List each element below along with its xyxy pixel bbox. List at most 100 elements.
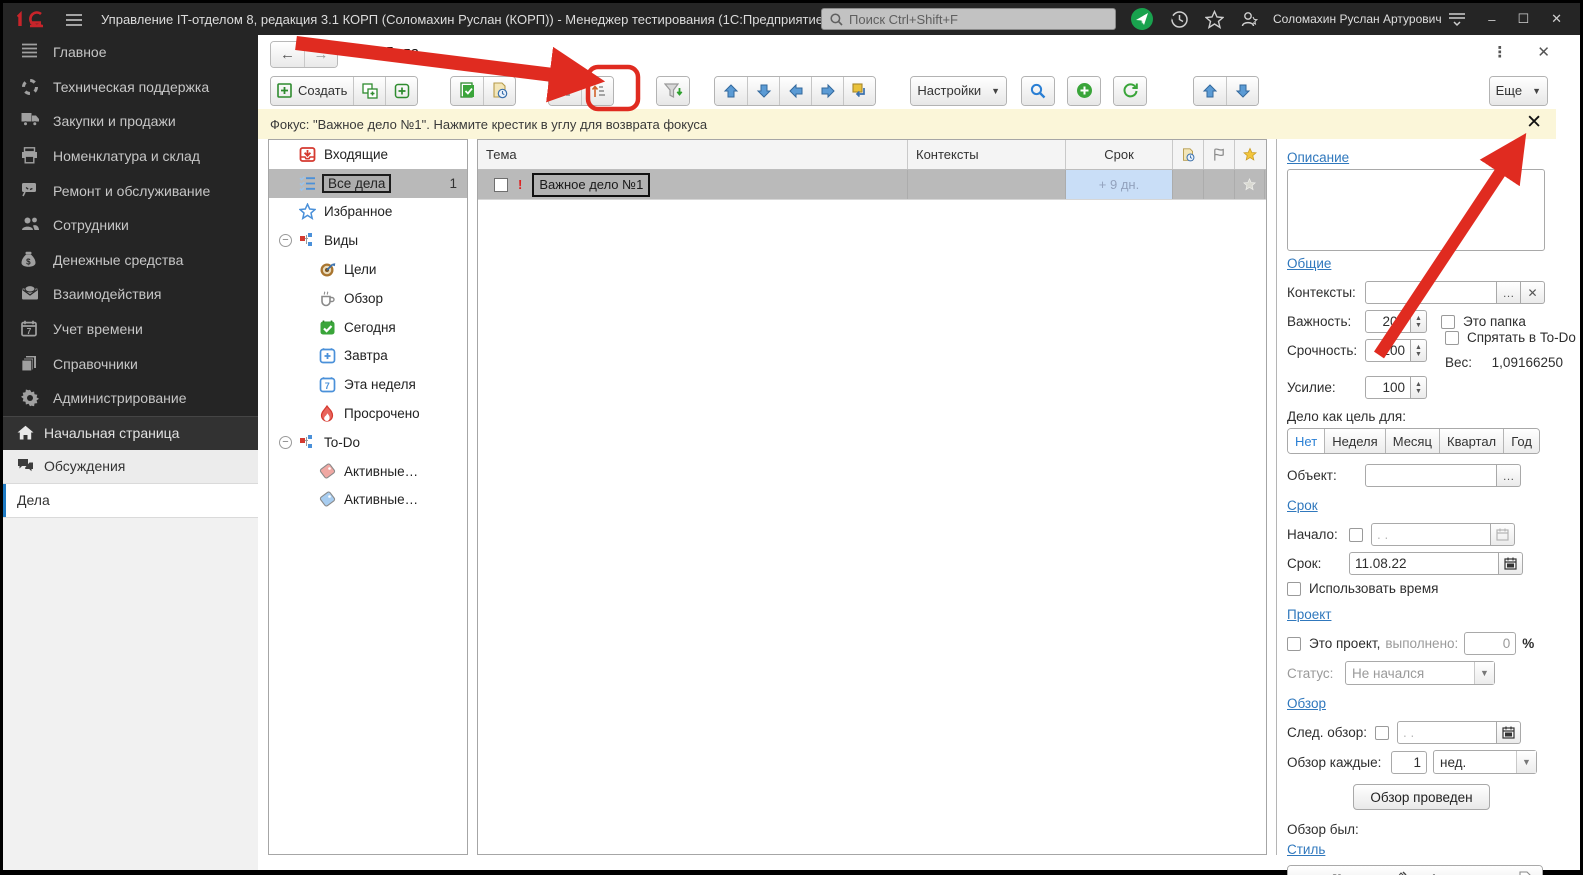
next-review-date-input[interactable]: . . <box>1397 721 1497 744</box>
general-link[interactable]: Общие <box>1287 256 1331 271</box>
hide-todo-checkbox[interactable] <box>1445 331 1459 345</box>
start-date-input[interactable]: . . <box>1371 523 1491 546</box>
contexts-clear-button[interactable]: ✕ <box>1521 281 1545 304</box>
move-left-button[interactable] <box>779 77 811 105</box>
more-button[interactable]: Еще▼ <box>1490 77 1547 105</box>
contexts-input[interactable] <box>1365 281 1497 304</box>
sidebar-item-home[interactable]: Начальная страница <box>3 416 258 450</box>
column-contexts[interactable]: Контексты <box>908 140 1066 169</box>
goal-option-2[interactable]: Месяц <box>1385 429 1439 453</box>
sidebar-tab-0[interactable]: Обсуждения <box>3 450 258 484</box>
sidebar-tab-active-1[interactable]: Дела <box>3 484 258 518</box>
review-link[interactable]: Обзор <box>1287 696 1326 711</box>
due-date-input[interactable]: 11.08.22 <box>1349 552 1499 575</box>
column-postpone-icon[interactable] <box>1173 140 1204 169</box>
picture-button[interactable]: Картинка <box>1452 866 1508 875</box>
create-button[interactable]: Создать <box>271 77 353 105</box>
tree-item-сегодня[interactable]: Сегодня <box>269 313 467 342</box>
row-checkbox[interactable] <box>494 178 508 192</box>
tree-item-обзор[interactable]: Обзор <box>269 284 467 313</box>
start-calendar-icon[interactable] <box>1491 523 1515 546</box>
goal-option-4[interactable]: Год <box>1503 429 1539 453</box>
sidebar-item-6[interactable]: $Денежные средства <box>3 243 258 278</box>
close-tab-icon[interactable]: ✕ <box>1537 43 1550 61</box>
description-link[interactable]: Описание <box>1287 150 1349 165</box>
move-down-button[interactable] <box>747 77 779 105</box>
tree-item-вседела[interactable]: Все дела1 <box>269 169 467 198</box>
column-favorite-icon[interactable] <box>1235 140 1265 169</box>
due-calendar-icon[interactable] <box>1499 552 1523 575</box>
tree-item-завтра[interactable]: Завтра <box>269 342 467 371</box>
review-done-button[interactable]: Обзор проведен <box>1353 784 1489 810</box>
sidebar-item-5[interactable]: Сотрудники <box>3 208 258 243</box>
move-to-folder-button[interactable] <box>843 77 875 105</box>
term-link[interactable]: Срок <box>1287 498 1318 513</box>
goal-option-1[interactable]: Неделя <box>1324 429 1384 453</box>
refresh-button[interactable] <box>1114 77 1146 105</box>
tree-expander-icon[interactable]: − <box>279 436 292 449</box>
goal-option-3[interactable]: Квартал <box>1439 429 1503 453</box>
tree-item-виды[interactable]: −Виды <box>269 226 467 255</box>
column-due[interactable]: Срок <box>1066 140 1173 169</box>
task-favorite-cell[interactable] <box>1235 170 1265 199</box>
create-new-button[interactable] <box>385 77 417 105</box>
sort-asc-button[interactable] <box>581 77 613 105</box>
postpone-task-button[interactable] <box>483 77 515 105</box>
status-select[interactable]: Не начался ▼ <box>1345 661 1495 685</box>
is-folder-checkbox[interactable] <box>1441 315 1455 329</box>
filter-focus-button[interactable] <box>657 77 689 105</box>
tree-item-этанеделя[interactable]: 7Эта неделя <box>269 370 467 399</box>
discussions-icon[interactable] <box>1130 7 1154 31</box>
review-every-input[interactable]: 1 <box>1391 751 1427 774</box>
create-group-button[interactable] <box>353 77 385 105</box>
importance-spinner[interactable]: ▲▼ <box>1411 310 1427 333</box>
contexts-select-button[interactable]: … <box>1497 281 1521 304</box>
remove-format-button[interactable] <box>1508 866 1542 875</box>
column-subject[interactable]: Тема <box>478 140 908 169</box>
tree-item-активные[interactable]: Активные… <box>269 457 467 486</box>
next-review-checkbox[interactable] <box>1375 726 1389 740</box>
sidebar-item-10[interactable]: Администрирование <box>3 381 258 416</box>
search-list-button[interactable] <box>1022 77 1054 105</box>
main-menu-icon[interactable] <box>65 11 85 28</box>
object-input[interactable] <box>1365 464 1497 487</box>
back-button[interactable]: ← <box>271 42 304 67</box>
user-icon[interactable] <box>1240 10 1259 29</box>
tree-item-to-do[interactable]: −To-Do <box>269 428 467 457</box>
bold-button[interactable]: Ж <box>1288 866 1320 875</box>
task-subject[interactable]: Важное дело №1 <box>532 173 650 197</box>
complete-task-button[interactable] <box>451 77 483 105</box>
sidebar-item-4[interactable]: Ремонт и обслуживание <box>3 173 258 208</box>
description-textarea[interactable] <box>1287 169 1545 251</box>
sidebar-item-1[interactable]: Техническая поддержка <box>3 70 258 105</box>
fill-color-button[interactable] <box>1384 866 1418 875</box>
effort-input[interactable]: 100 <box>1365 376 1411 399</box>
sidebar-item-7[interactable]: Взаимодействия <box>3 277 258 312</box>
sort-desc-button[interactable] <box>549 77 581 105</box>
tree-expander-icon[interactable]: − <box>279 234 292 247</box>
favorites-icon[interactable] <box>1205 10 1224 29</box>
style-link[interactable]: Стиль <box>1287 842 1325 857</box>
is-project-checkbox[interactable] <box>1287 637 1301 651</box>
use-time-checkbox[interactable] <box>1287 582 1301 596</box>
tree-item-цели[interactable]: Цели <box>269 255 467 284</box>
window-menu-icon[interactable] <box>1448 11 1466 28</box>
row-up-button[interactable] <box>1194 77 1226 105</box>
next-review-calendar-icon[interactable] <box>1497 721 1521 744</box>
urgency-spinner[interactable]: ▲▼ <box>1411 339 1427 362</box>
italic-button[interactable]: К <box>1320 866 1352 875</box>
focus-close-icon[interactable]: ✕ <box>1526 111 1542 134</box>
font-color-button[interactable]: A <box>1418 866 1452 875</box>
done-percent-input[interactable]: 0 <box>1464 632 1516 655</box>
move-right-button[interactable] <box>811 77 843 105</box>
maximize-icon[interactable]: ☐ <box>1517 11 1529 27</box>
sidebar-item-0[interactable]: Главное <box>3 35 258 70</box>
minimize-icon[interactable]: – <box>1488 12 1495 27</box>
tree-item-входящие[interactable]: Входящие <box>269 140 467 169</box>
more-menu-icon[interactable]: ⋮ <box>1492 43 1507 61</box>
global-search-input[interactable]: Поиск Ctrl+Shift+F <box>821 8 1116 30</box>
review-unit-select[interactable]: нед. ▼ <box>1433 750 1537 774</box>
tree-item-избранное[interactable]: Избранное <box>269 198 467 227</box>
underline-button[interactable]: Ч <box>1352 866 1384 875</box>
tree-item-активные[interactable]: Активные… <box>269 486 467 515</box>
